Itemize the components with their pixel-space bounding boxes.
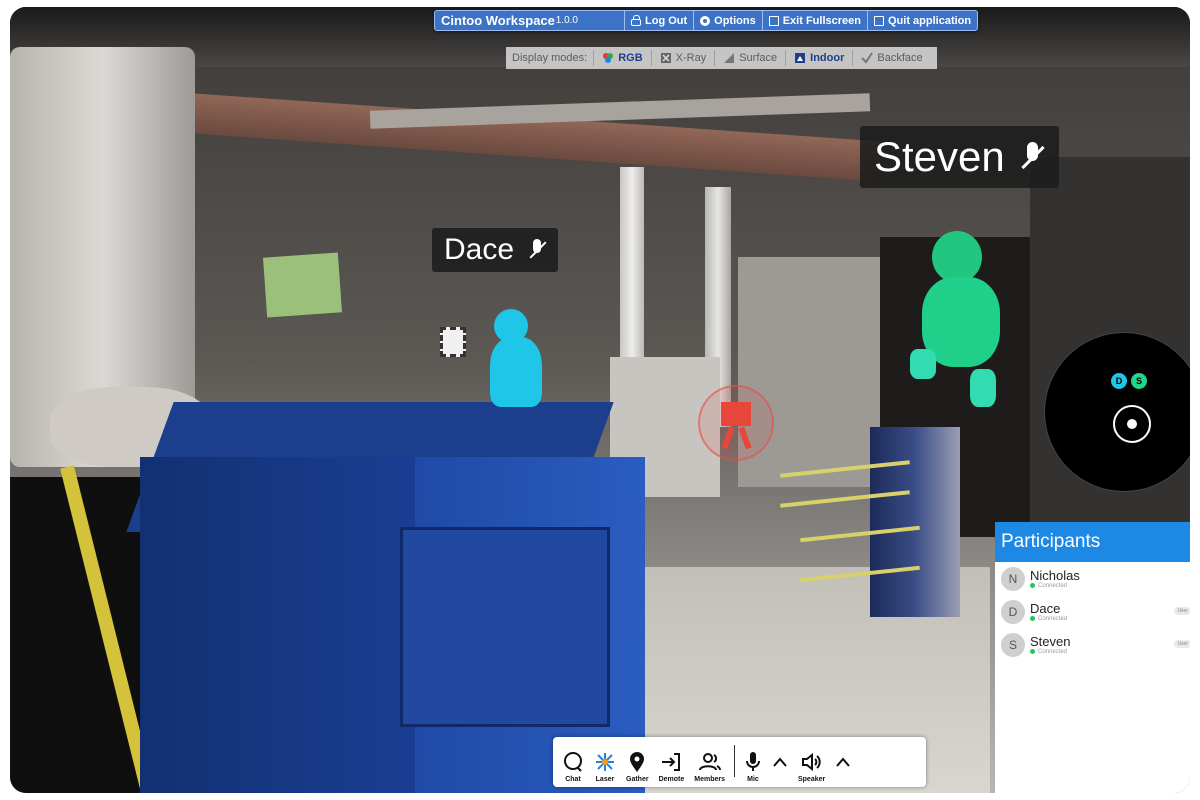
title-bar: Cintoo Workspace 1.0.0 Log Out Options E…: [434, 10, 979, 31]
gear-icon: [700, 15, 711, 26]
rgb-icon: [603, 53, 614, 63]
laser-icon: [594, 750, 616, 774]
gather-button[interactable]: Gather: [626, 741, 649, 783]
status-dot-icon: [1030, 583, 1035, 588]
mic-button[interactable]: Mic: [744, 741, 762, 783]
gather-label: Gather: [626, 776, 649, 783]
minimap-marker-steven[interactable]: S: [1131, 373, 1147, 389]
members-button[interactable]: Members: [694, 741, 725, 783]
participant-status-text: Connected: [1038, 615, 1068, 622]
members-label: Members: [694, 776, 725, 783]
indoor-icon: [795, 53, 806, 63]
speaker-options-chevron-up-icon[interactable]: [835, 741, 851, 783]
exit-fullscreen-button[interactable]: Exit Fullscreen: [763, 11, 868, 30]
minimap-marker-dace[interactable]: D: [1111, 373, 1127, 389]
laser-button[interactable]: Laser: [594, 741, 616, 783]
chat-button[interactable]: Chat: [562, 741, 584, 783]
quit-icon: [873, 15, 884, 26]
quit-button[interactable]: Quit application: [868, 11, 977, 30]
mic-label: Mic: [747, 776, 759, 783]
mode-backface-label: Backface: [877, 52, 923, 64]
options-button[interactable]: Options: [694, 11, 763, 30]
speaker-icon: [801, 750, 823, 774]
status-dot-icon: [1030, 649, 1035, 654]
participant-name: Nicholas: [1030, 567, 1080, 583]
avatar-name: Dace: [444, 233, 515, 266]
role-badge: User: [1174, 640, 1190, 648]
toolbar-divider: [733, 745, 735, 777]
avatar-nametag-steven: Steven: [860, 126, 1059, 188]
mode-indoor-label: Indoor: [810, 52, 845, 64]
location-pin-icon: [628, 750, 646, 774]
members-icon: [698, 750, 722, 774]
xray-icon: [660, 53, 671, 63]
role-badge: User: [1174, 607, 1190, 615]
logout-label: Log Out: [645, 14, 688, 27]
demote-label: Demote: [658, 776, 685, 783]
mode-xray-label: X-Ray: [675, 52, 707, 64]
mode-surface-label: Surface: [739, 52, 778, 64]
mode-rgb-label: RGB: [618, 52, 643, 64]
avatar: N: [1001, 566, 1025, 591]
mode-rgb[interactable]: RGB: [593, 50, 650, 66]
laser-label: Laser: [595, 776, 615, 783]
participants-panel: Participants N Nicholas Connected D Dace…: [995, 522, 1190, 793]
speaker-button[interactable]: Speaker: [798, 741, 825, 783]
avatar-name: Steven: [874, 133, 1005, 180]
mode-xray[interactable]: X-Ray: [650, 50, 715, 66]
participant-row[interactable]: S Steven Connected User ▾: [995, 628, 1190, 661]
exit-fullscreen-label: Exit Fullscreen: [782, 14, 861, 27]
participant-row[interactable]: D Dace Connected User ▾: [995, 595, 1190, 628]
minimap-self-marker: [1113, 405, 1151, 443]
app-window: Cintoo Workspace 1.0.0 Log Out Options E…: [10, 7, 1190, 793]
exit-fullscreen-icon: [768, 15, 779, 26]
mic-off-icon: [528, 239, 547, 261]
bottom-toolbar: Chat Laser Gather Demote Members Mic Spe…: [553, 737, 926, 787]
lock-icon: [631, 14, 641, 26]
chat-label: Chat: [565, 776, 581, 783]
avatar: D: [1001, 599, 1025, 624]
mode-indoor[interactable]: Indoor: [785, 50, 852, 66]
mode-surface[interactable]: Surface: [714, 50, 785, 66]
mode-backface[interactable]: Backface: [852, 50, 930, 66]
minimap[interactable]: D S: [1044, 332, 1190, 492]
display-modes-label: Display modes:: [512, 52, 588, 64]
avatar: S: [1001, 632, 1025, 657]
backface-icon: [861, 52, 874, 64]
microphone-icon: [744, 750, 762, 774]
app-name: Cintoo Workspace: [441, 13, 555, 28]
quit-label: Quit application: [887, 14, 972, 27]
participant-name: Dace: [1030, 600, 1061, 616]
participant-status-text: Connected: [1038, 582, 1068, 589]
avatar-nametag-dace: Dace: [432, 228, 559, 272]
options-label: Options: [714, 14, 756, 27]
participant-status-text: Connected: [1038, 648, 1068, 655]
status-dot-icon: [1030, 616, 1035, 621]
app-title: Cintoo Workspace 1.0.0: [435, 11, 625, 30]
participants-title: Participants: [995, 522, 1190, 562]
chat-icon: [562, 750, 584, 774]
participant-name: Steven: [1030, 633, 1071, 649]
mic-options-chevron-up-icon[interactable]: [772, 741, 788, 783]
mic-off-icon: [1019, 142, 1045, 172]
display-modes-bar: Display modes: RGB X-Ray Surface Indoor …: [506, 47, 937, 69]
demote-icon: [660, 750, 682, 774]
participant-status: Connected: [1030, 583, 1080, 589]
participant-row[interactable]: N Nicholas Connected: [995, 562, 1190, 595]
demote-button[interactable]: Demote: [658, 741, 685, 783]
speaker-label: Speaker: [797, 776, 826, 783]
surface-icon: [724, 53, 735, 63]
logout-button[interactable]: Log Out: [625, 11, 695, 30]
app-version: 1.0.0: [555, 15, 578, 26]
participant-status: Connected: [1030, 649, 1070, 655]
participant-status: Connected: [1030, 616, 1067, 622]
